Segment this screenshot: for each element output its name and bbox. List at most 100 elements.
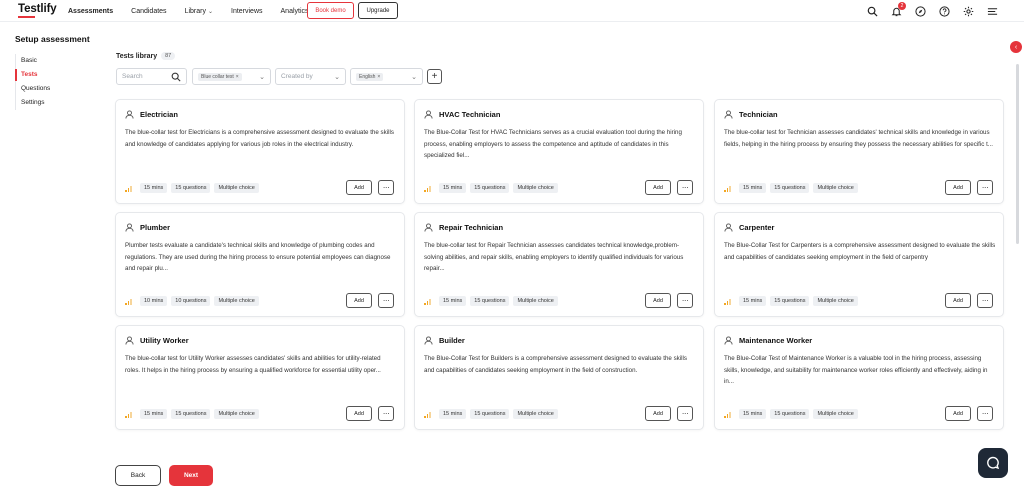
duration-tag: 15 mins	[140, 409, 168, 419]
card-title[interactable]: Maintenance Worker	[739, 336, 812, 345]
card-title[interactable]: Builder	[439, 336, 465, 345]
user-icon	[724, 223, 733, 232]
more-options-icon[interactable]: ···	[977, 180, 993, 195]
level-bars-icon	[424, 411, 431, 418]
card-header: Plumber	[125, 223, 170, 232]
test-type-filter[interactable]: Blue collar test × ⌄	[192, 68, 271, 85]
user-icon	[125, 223, 134, 232]
test-card[interactable]: Maintenance Worker The Blue-Collar Test o…	[714, 325, 1004, 430]
notification-badge: 2	[898, 2, 906, 10]
test-card[interactable]: Repair Technician The blue-collar test fo…	[414, 212, 704, 317]
question-count-tag: 15 questions	[770, 409, 810, 419]
more-options-icon[interactable]: ···	[977, 293, 993, 308]
question-count-tag: 15 questions	[470, 409, 510, 419]
menu-icon[interactable]	[986, 5, 998, 17]
level-bars-icon	[125, 298, 132, 305]
card-meta: 15 mins 15 questions Multiple choice	[724, 296, 858, 306]
chip-label: English	[359, 73, 376, 80]
add-test-button[interactable]: Add	[346, 406, 372, 421]
add-test-button[interactable]: Add	[945, 293, 971, 308]
add-test-button[interactable]: Add	[945, 406, 971, 421]
test-card[interactable]: Plumber Plumber tests evaluate a candidat…	[115, 212, 405, 317]
card-meta: 15 mins 15 questions Multiple choice	[424, 183, 558, 193]
created-by-filter[interactable]: Created by ⌄	[275, 68, 346, 85]
card-title[interactable]: Repair Technician	[439, 223, 503, 232]
more-options-icon[interactable]: ···	[677, 406, 693, 421]
test-card[interactable]: Electrician The blue-collar test for Elec…	[115, 99, 405, 204]
gear-icon[interactable]	[962, 5, 974, 17]
chat-icon	[987, 456, 1000, 470]
add-test-button[interactable]: Add	[645, 180, 671, 195]
search-icon[interactable]	[866, 5, 878, 17]
nav-item-analytics[interactable]: Analytics	[281, 0, 309, 22]
question-type-tag: Multiple choice	[813, 409, 858, 419]
card-title[interactable]: Technician	[739, 110, 778, 119]
collapse-panel-icon[interactable]: ‹	[1010, 41, 1022, 53]
card-title[interactable]: Carpenter	[739, 223, 774, 232]
more-options-icon[interactable]: ···	[677, 180, 693, 195]
page-title: Setup assessment	[15, 34, 90, 44]
step-settings[interactable]: Settings	[16, 96, 50, 110]
search-placeholder: Search	[122, 73, 143, 80]
scroll-thumb[interactable]	[1016, 64, 1019, 244]
compass-icon[interactable]	[914, 5, 926, 17]
close-icon[interactable]: ×	[377, 74, 380, 80]
card-meta: 15 mins 15 questions Multiple choice	[424, 296, 558, 306]
add-test-button[interactable]: Add	[645, 406, 671, 421]
add-test-button[interactable]: Add	[645, 293, 671, 308]
card-header: Maintenance Worker	[724, 336, 812, 345]
card-title[interactable]: Utility Worker	[140, 336, 189, 345]
more-options-icon[interactable]: ···	[677, 293, 693, 308]
card-description: The Blue-Collar Test for HVAC Technician…	[424, 129, 682, 159]
test-card[interactable]: Carpenter The Blue-Collar Test for Carpen…	[714, 212, 1004, 317]
question-type-tag: Multiple choice	[813, 183, 858, 193]
nav-label: Analytics	[280, 7, 309, 15]
card-meta: 15 mins 15 questions Multiple choice	[724, 183, 858, 193]
help-icon[interactable]	[938, 5, 950, 17]
chat-support-button[interactable]	[978, 448, 1008, 478]
more-options-icon[interactable]: ···	[378, 406, 394, 421]
card-header: Utility Worker	[125, 336, 189, 345]
add-test-button[interactable]: Add	[346, 180, 372, 195]
card-title[interactable]: Electrician	[140, 110, 178, 119]
book-demo-button[interactable]: Book demo	[307, 2, 354, 19]
next-button[interactable]: Next	[169, 465, 213, 486]
duration-tag: 10 mins	[140, 296, 168, 306]
duration-tag: 15 mins	[439, 409, 467, 419]
scrollbar[interactable]	[1016, 58, 1020, 438]
card-title[interactable]: Plumber	[140, 223, 170, 232]
test-card[interactable]: HVAC Technician The Blue-Collar Test for …	[414, 99, 704, 204]
tests-library-title: Tests library	[116, 52, 158, 60]
test-card[interactable]: Utility Worker The blue-collar test for U…	[115, 325, 405, 430]
language-filter[interactable]: English × ⌄	[350, 68, 423, 85]
search-input[interactable]: Search	[116, 68, 187, 85]
nav-item-interviews[interactable]: Interviews	[231, 0, 263, 22]
user-icon	[724, 110, 733, 119]
nav-item-assessments[interactable]: Assessments	[68, 0, 113, 22]
step-tests[interactable]: Tests	[14, 68, 50, 82]
duration-tag: 15 mins	[739, 183, 767, 193]
chevron-down-icon: ⌄	[259, 73, 265, 81]
nav-item-library[interactable]: Library ⌄	[185, 0, 213, 22]
add-test-button[interactable]: Add	[346, 293, 372, 308]
step-questions[interactable]: Questions	[16, 82, 50, 96]
upgrade-button[interactable]: Upgrade	[358, 2, 398, 19]
more-options-icon[interactable]: ···	[378, 293, 394, 308]
more-options-icon[interactable]: ···	[378, 180, 394, 195]
question-type-tag: Multiple choice	[813, 296, 858, 306]
more-options-icon[interactable]: ···	[977, 406, 993, 421]
test-card[interactable]: Technician The blue-collar test for Techn…	[714, 99, 1004, 204]
step-basic[interactable]: Basic	[16, 54, 50, 68]
logo[interactable]: Testlify	[18, 3, 57, 15]
question-count-tag: 15 questions	[171, 409, 211, 419]
bell-icon[interactable]: 2	[890, 2, 906, 17]
card-description: The blue-collar test for Repair Technici…	[424, 242, 684, 272]
card-title[interactable]: HVAC Technician	[439, 110, 500, 119]
back-button[interactable]: Back	[115, 465, 161, 486]
add-test-button[interactable]: Add	[945, 180, 971, 195]
close-icon[interactable]: ×	[236, 74, 239, 80]
test-card[interactable]: Builder The Blue-Collar Test for Builders…	[414, 325, 704, 430]
add-filter-button[interactable]: +	[427, 69, 442, 84]
nav-item-candidates[interactable]: Candidates	[131, 0, 166, 22]
chevron-down-icon: ⌄	[411, 73, 417, 81]
